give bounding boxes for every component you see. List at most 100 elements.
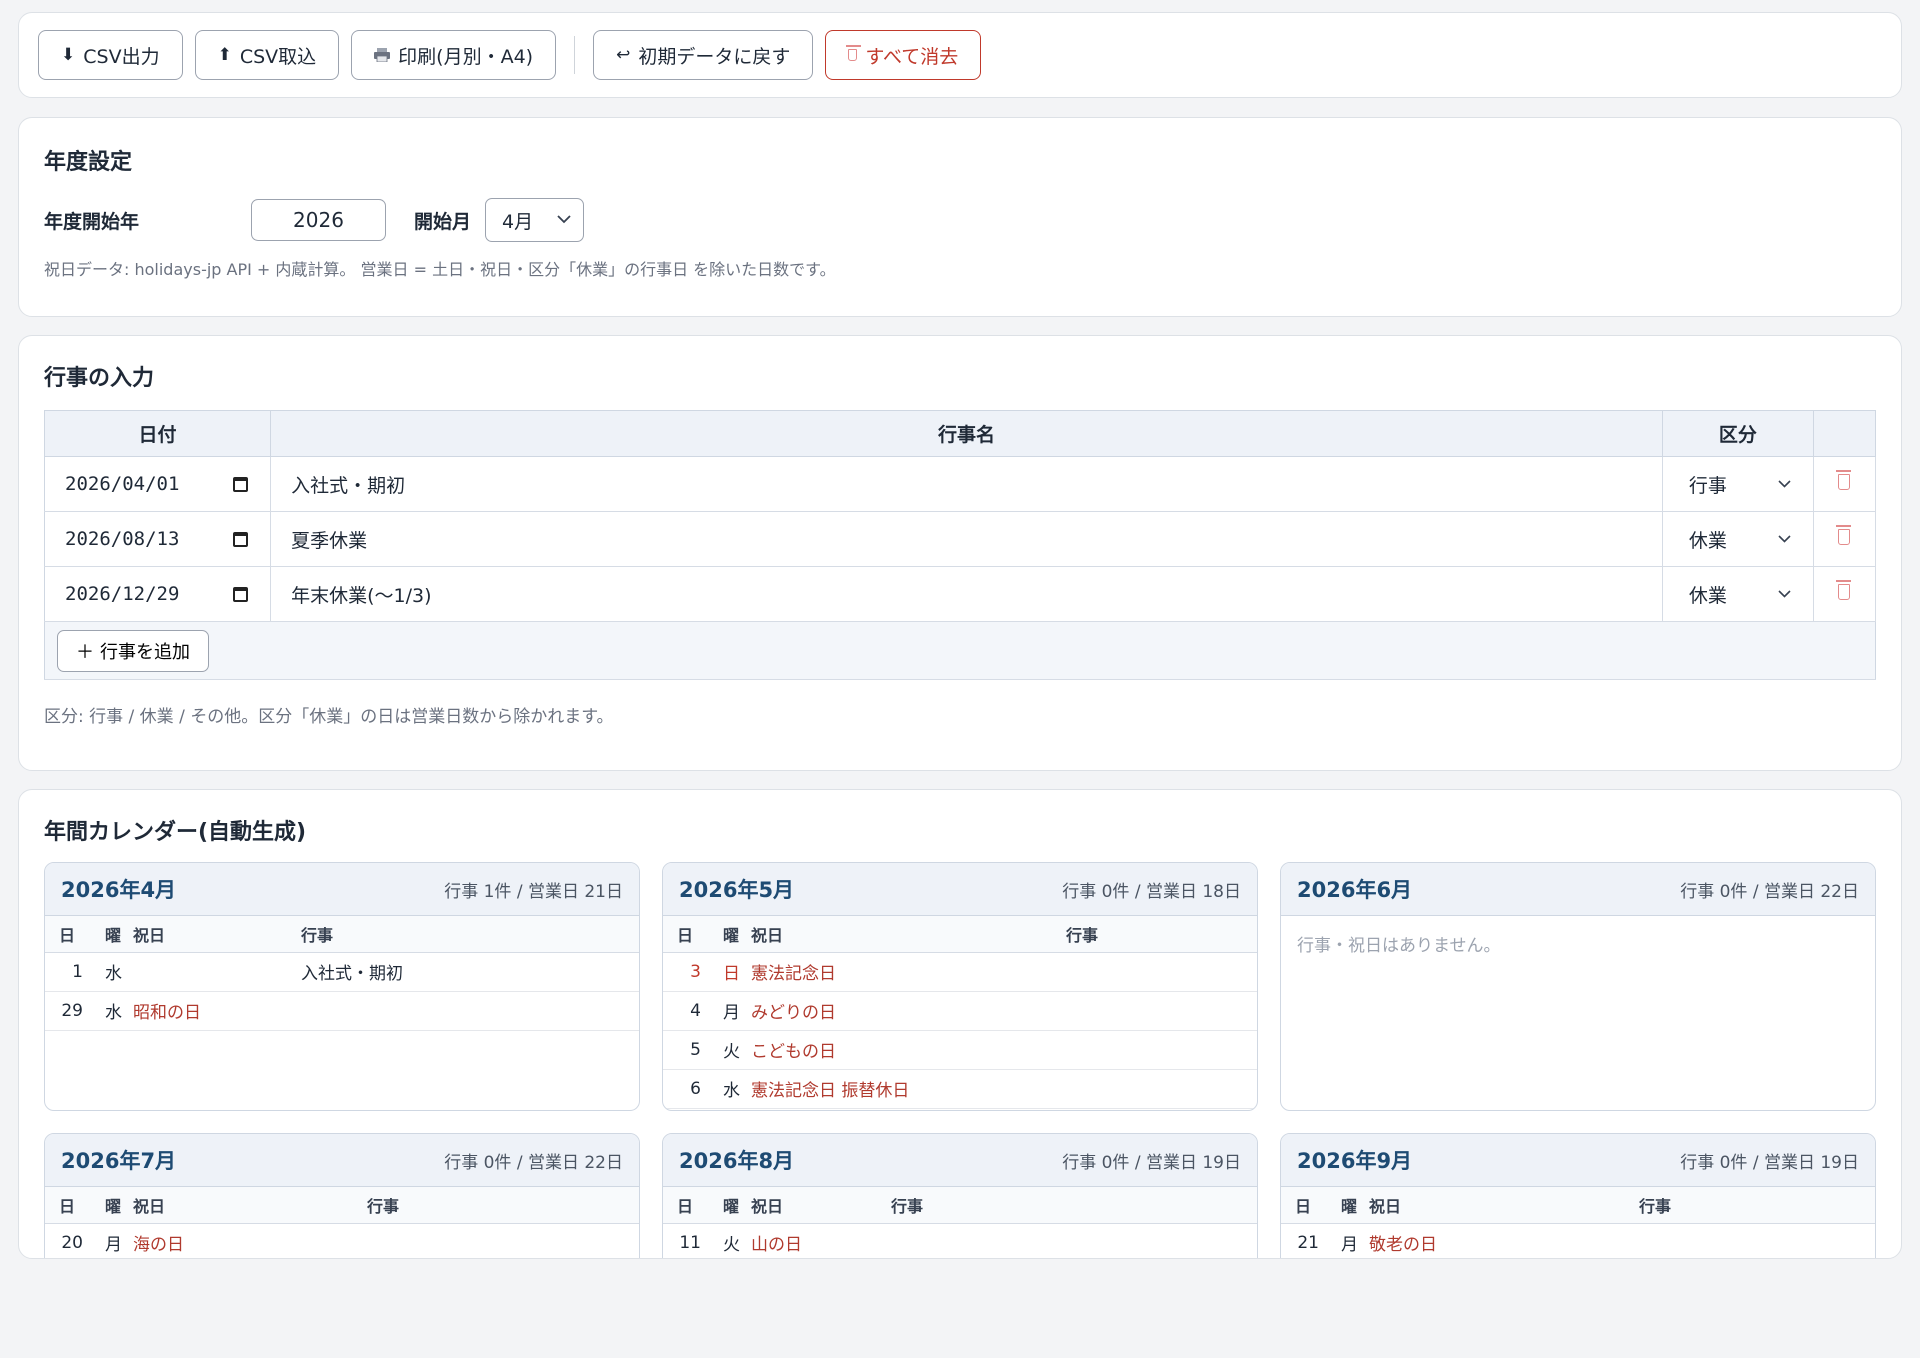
events-header-row: 日付 行事名 区分 xyxy=(44,410,1877,457)
event-name-input[interactable]: 夏季休業 xyxy=(270,511,1663,567)
weekday: 日 xyxy=(707,952,751,992)
col-holiday-header: 祝日 xyxy=(751,916,1066,953)
event-date-input[interactable]: 2026/12/29 xyxy=(45,583,270,605)
calendar-row: 11 火山の日 xyxy=(663,1223,1257,1258)
col-day-header: 日 xyxy=(45,1187,89,1224)
col-event-header: 行事 xyxy=(367,1187,639,1224)
holiday-name: 憲法記念日 振替休日 xyxy=(751,1069,1066,1109)
event-name xyxy=(301,991,639,1031)
chevron-down-icon xyxy=(557,212,571,228)
month-card: 2026年5月 行事 0件 / 営業日 18日日曜祝日 行事 3 日憲法記念日 4 月みどり… xyxy=(662,862,1258,1111)
print-label: 印刷(月別・A4) xyxy=(398,45,534,68)
month-header: 2026年5月 行事 0件 / 営業日 18日 xyxy=(663,863,1257,916)
event-date-value: 2026/04/01 xyxy=(65,473,180,495)
event-name xyxy=(1639,1223,1875,1258)
trash-icon xyxy=(846,45,862,61)
day-number: 1 xyxy=(45,952,89,992)
event-name xyxy=(1066,1069,1257,1109)
trash-icon[interactable] xyxy=(1836,525,1852,545)
month-header-row: 日曜祝日 行事 xyxy=(663,916,1257,953)
print-button[interactable]: 印刷(月別・A4) xyxy=(351,30,557,80)
weekday: 月 xyxy=(1325,1223,1369,1258)
holiday-name: 敬老の日 xyxy=(1369,1223,1639,1258)
month-table: 日曜祝日 行事 20 月海の日 xyxy=(45,1187,639,1258)
event-name xyxy=(367,1223,639,1258)
event-name xyxy=(891,1223,1257,1258)
month-header: 2026年4月 行事 1件 / 営業日 21日 xyxy=(45,863,639,916)
month-card: 2026年4月 行事 1件 / 営業日 21日日曜祝日 行事 1 水入社式・期初 29 水昭… xyxy=(44,862,640,1111)
col-weekday-header: 曜 xyxy=(89,916,133,953)
holiday-name: 山の日 xyxy=(751,1223,891,1258)
add-event-button[interactable]: ＋ 行事を追加 xyxy=(57,629,209,672)
clear-all-label: すべて消去 xyxy=(865,45,959,68)
settings-note: 祝日データ: holidays-jp API + 内蔵計算。 営業日 = 土日・… xyxy=(44,260,836,279)
chevron-down-icon xyxy=(1778,476,1791,492)
start-month-select[interactable]: 4月 xyxy=(485,198,585,242)
month-header-row: 日曜祝日 行事 xyxy=(45,1187,639,1224)
events-note: 区分: 行事 / 休業 / その他。区分「休業」の日は営業日数から除かれます。 xyxy=(44,707,614,727)
month-title: 2026年6月 xyxy=(1297,878,1413,902)
month-card: 2026年8月行事 0件 / 営業日 19日日曜祝日行事11火山の日13木夏季休… xyxy=(662,1133,1258,1258)
csv-import-button[interactable]: ⬆ CSV取込 xyxy=(194,30,340,80)
csv-export-button[interactable]: ⬇ CSV出力 xyxy=(38,30,183,80)
month-stats: 行事 0件 / 営業日 18日 xyxy=(1062,881,1241,902)
calendar-row: 1 水 入社式・期初 xyxy=(45,952,639,992)
month-title: 2026年7月 xyxy=(61,1149,177,1173)
reset-button[interactable]: ↩ 初期データに戻す xyxy=(593,30,814,80)
event-date-input[interactable]: 2026/08/13 xyxy=(45,528,270,550)
event-date-cell: 2026/12/29 xyxy=(44,566,272,622)
trash-icon[interactable] xyxy=(1836,470,1852,490)
event-row: 2026/04/01 入社式・期初 行事 xyxy=(44,456,1877,512)
year-label: 年度開始年 xyxy=(44,210,140,233)
event-name-input[interactable]: 年末休業(〜1/3) xyxy=(270,566,1663,622)
month-header-row: 日曜祝日 行事 xyxy=(45,916,639,953)
trash-icon[interactable] xyxy=(1836,580,1852,600)
settings-row: 年度開始年 2026 開始月 4月 xyxy=(44,198,1876,242)
day-number: 4 xyxy=(663,991,707,1031)
month-table: 日曜祝日 行事 1 水入社式・期初 29 水昭和の日 xyxy=(45,916,639,1031)
event-delete-cell xyxy=(1813,456,1877,512)
col-event-header: 行事 xyxy=(301,916,639,953)
toolbar-divider xyxy=(574,36,576,74)
month-title: 2026年4月 xyxy=(61,878,177,902)
holiday-name: 海の日 xyxy=(133,1223,367,1258)
month-card: 2026年7月 行事 0件 / 営業日 22日日曜祝日 行事 20 月海の日 xyxy=(44,1133,640,1258)
event-kind-select[interactable]: 行事 xyxy=(1663,471,1813,498)
weekday: 火 xyxy=(707,1030,751,1070)
month-stats: 行事 0件 / 営業日 19日 xyxy=(1680,1152,1859,1173)
empty-message: 行事・祝日はありません。 xyxy=(1297,936,1501,956)
col-day-header: 日 xyxy=(663,1187,707,1224)
event-name-input[interactable]: 入社式・期初 xyxy=(270,456,1663,512)
day-number: 5 xyxy=(663,1030,707,1070)
holiday-name: 昭和の日 xyxy=(133,991,301,1031)
event-kind-select[interactable]: 休業 xyxy=(1663,581,1813,608)
arrow-down-icon: ⬇ xyxy=(61,45,76,65)
calendar-icon[interactable] xyxy=(233,531,249,547)
event-name: 入社式・期初 xyxy=(301,952,639,992)
event-kind-value: 休業 xyxy=(1688,529,1727,552)
month-table: 日曜祝日行事11火山の日13木夏季休業(休業) xyxy=(663,1187,1257,1258)
chevron-down-icon xyxy=(1778,531,1791,547)
event-date-input[interactable]: 2026/04/01 xyxy=(45,473,270,495)
csv-export-label: CSV出力 xyxy=(83,45,160,68)
col-holiday-header: 祝日 xyxy=(1369,1187,1639,1224)
event-name xyxy=(1066,952,1257,992)
clear-all-button[interactable]: すべて消去 xyxy=(825,30,982,80)
col-day-header: 日 xyxy=(1281,1187,1325,1224)
settings-title: 年度設定 xyxy=(44,150,133,175)
calendar-row: 21 月敬老の日 xyxy=(1281,1223,1875,1258)
calendar-icon[interactable] xyxy=(233,586,249,602)
year-input[interactable]: 2026 xyxy=(251,199,386,241)
month-header: 2026年9月 行事 0件 / 営業日 19日 xyxy=(1281,1134,1875,1187)
event-date-value: 2026/12/29 xyxy=(65,583,180,605)
event-kind-select[interactable]: 休業 xyxy=(1663,526,1813,553)
weekday: 水 xyxy=(89,952,133,992)
month-stats: 行事 0件 / 営業日 22日 xyxy=(1680,881,1859,902)
start-month-value: 4月 xyxy=(502,210,534,233)
day-number: 3 xyxy=(663,952,707,992)
annual-calendar-section: 年間カレンダー(自動生成) 2026年4月 行事 1件 / 営業日 21日日曜祝日… xyxy=(18,789,1902,1259)
calendar-icon[interactable] xyxy=(233,476,249,492)
calendar-row: 20 月海の日 xyxy=(45,1223,639,1258)
printer-icon xyxy=(374,48,391,62)
add-row-cell: ＋ 行事を追加 xyxy=(44,621,1876,680)
